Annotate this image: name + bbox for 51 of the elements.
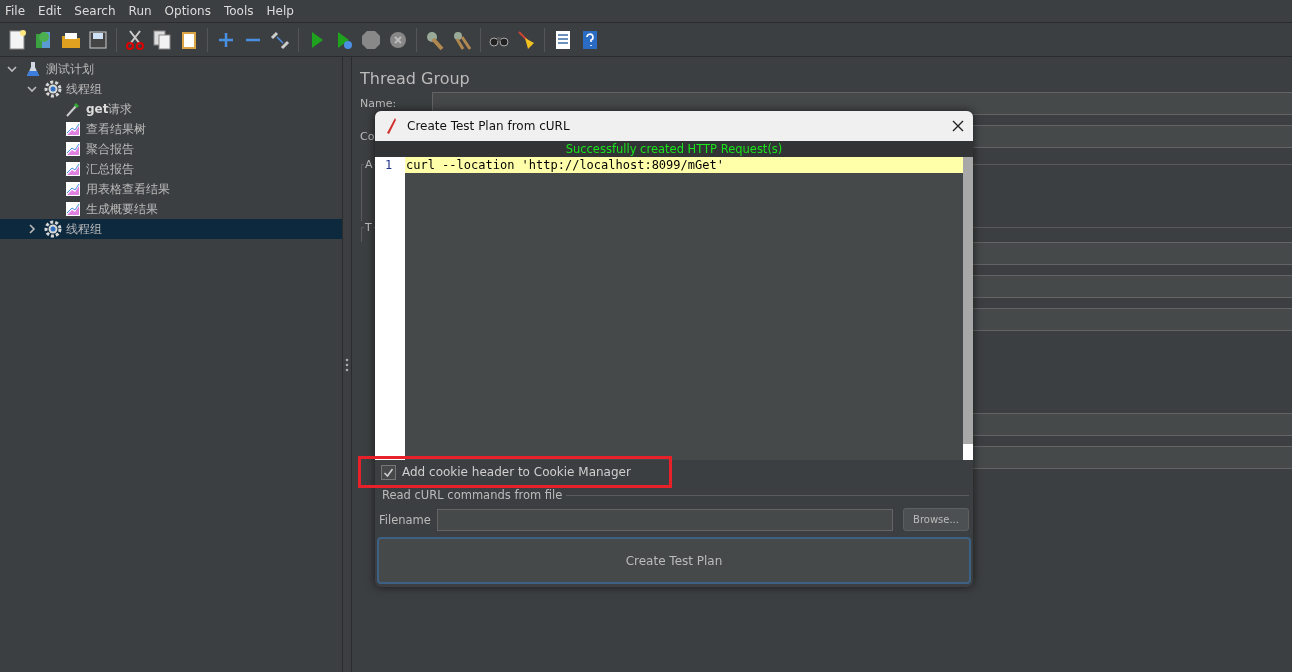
- line-number: 1: [384, 157, 394, 173]
- graph-icon: [64, 140, 82, 158]
- tree-item[interactable]: 用表格查看结果: [0, 179, 342, 199]
- check-icon: [383, 466, 394, 478]
- graph-icon: [64, 120, 82, 138]
- browse-button[interactable]: Browse...: [903, 508, 969, 531]
- gear-icon: [44, 80, 62, 98]
- copy-icon[interactable]: [151, 28, 173, 51]
- pipette-icon: [64, 100, 82, 118]
- group-title: Read cURL commands from file: [381, 488, 563, 502]
- tree-item[interactable]: 查看结果树: [0, 119, 342, 139]
- broom-icon[interactable]: [515, 28, 537, 51]
- section-label: A: [364, 158, 374, 171]
- filename-label: Filename: [379, 512, 431, 527]
- tree-item[interactable]: 聚合报告: [0, 139, 342, 159]
- status-message: Successfully created HTTP Request(s): [375, 141, 973, 157]
- close-icon[interactable]: [951, 119, 965, 133]
- tree-item[interactable]: 生成概要结果: [0, 199, 342, 219]
- tree-item[interactable]: 线程组: [0, 219, 342, 239]
- tree-item[interactable]: 测试计划: [0, 59, 342, 79]
- cut-icon[interactable]: [124, 28, 146, 51]
- new-file-icon[interactable]: [6, 28, 28, 51]
- menu-item[interactable]: File: [5, 4, 26, 18]
- tree-item[interactable]: 线程组: [0, 79, 342, 99]
- code-editor[interactable]: curl --location 'http://localhost:8099/mGet': [405, 157, 963, 460]
- menu-item[interactable]: Search: [74, 4, 116, 18]
- create-test-plan-button[interactable]: Create Test Plan: [377, 537, 971, 584]
- menu-item[interactable]: Options: [164, 4, 211, 18]
- flask-icon: [24, 60, 42, 78]
- field-label: Co: [360, 129, 376, 143]
- feather-icon: [385, 117, 397, 135]
- graph-icon: [64, 180, 82, 198]
- checkbox-label: Add cookie header to Cookie Manager: [402, 465, 631, 479]
- menu-item[interactable]: Tools: [223, 4, 254, 18]
- panel-title: Thread Group: [360, 69, 471, 88]
- graph-icon: [64, 200, 82, 218]
- tree-item[interactable]: get请求: [0, 99, 342, 119]
- tree-item[interactable]: 汇总报告: [0, 159, 342, 179]
- field-label: Name:: [360, 96, 398, 110]
- stop-icon[interactable]: [360, 28, 382, 51]
- graph-icon: [64, 160, 82, 178]
- splitter-handle[interactable]: [345, 357, 349, 372]
- section-label: T: [364, 221, 373, 234]
- dialog-title: Create Test Plan from cURL: [407, 119, 571, 133]
- menu-item[interactable]: Help: [266, 4, 294, 18]
- checkbox[interactable]: [381, 464, 396, 480]
- menu-item[interactable]: Edit: [38, 4, 62, 18]
- save-icon[interactable]: [87, 28, 109, 51]
- menu-item[interactable]: Run: [128, 4, 152, 18]
- gear-icon: [44, 220, 62, 238]
- filename-field[interactable]: [436, 508, 893, 531]
